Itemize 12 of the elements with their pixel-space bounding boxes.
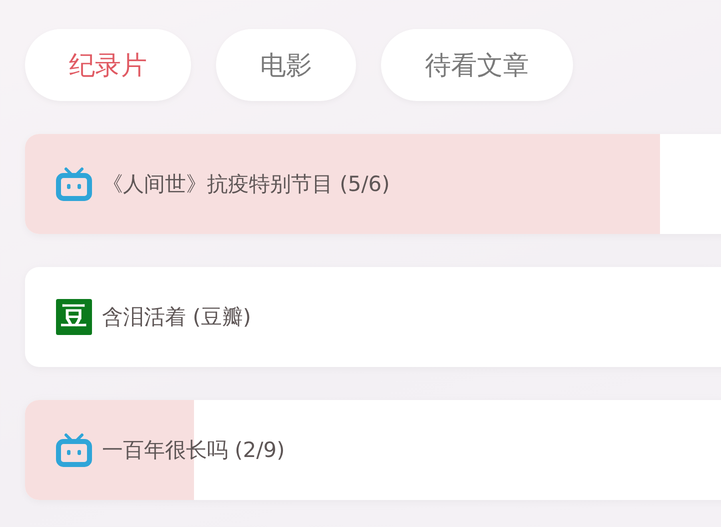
category-tab[interactable]: 电影	[216, 29, 356, 101]
category-tab[interactable]: 待看文章	[381, 29, 573, 101]
category-tab[interactable]: 纪录片	[25, 29, 191, 101]
item-title: 一百年很长吗 (2/9)	[102, 437, 285, 464]
logo-icon: 豆	[56, 299, 92, 335]
tv-icon	[56, 433, 92, 467]
item-card[interactable]: 《人间世》抗疫特别节目 (5/6)	[25, 134, 721, 234]
item-card[interactable]: 一百年很长吗 (2/9)	[25, 400, 721, 500]
item-card[interactable]: 豆 含泪活着 (豆瓣)	[25, 267, 721, 367]
tv-icon	[56, 167, 92, 201]
item-title: 含泪活着 (豆瓣)	[102, 304, 252, 331]
item-title: 《人间世》抗疫特别节目 (5/6)	[102, 171, 390, 198]
